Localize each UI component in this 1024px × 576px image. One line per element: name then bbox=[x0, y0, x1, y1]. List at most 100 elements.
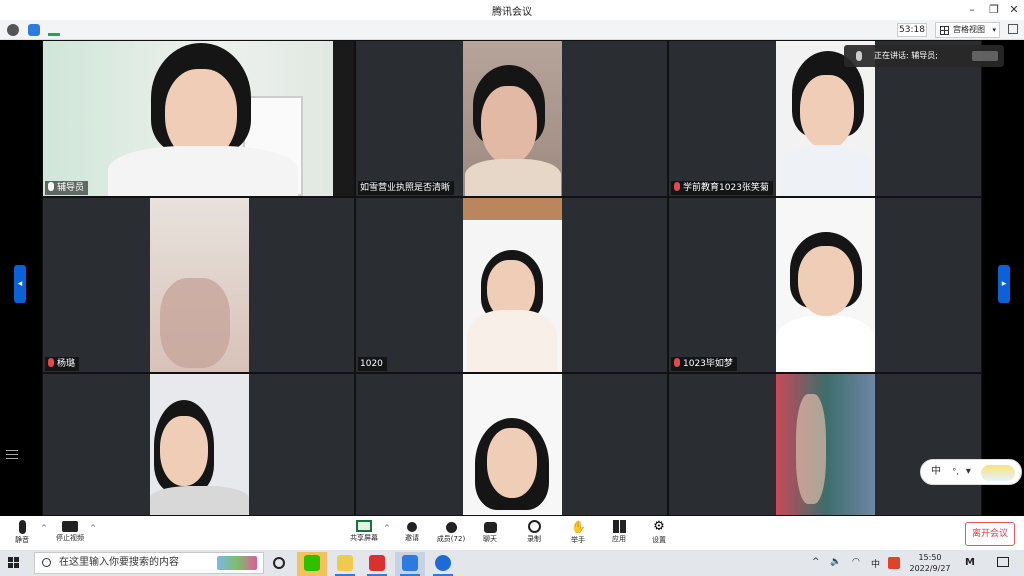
taskbar-app-wechat[interactable] bbox=[297, 552, 327, 576]
tencent-meeting-icon bbox=[402, 555, 418, 571]
record-button[interactable]: 录制 bbox=[514, 519, 554, 549]
video-tile[interactable] bbox=[42, 373, 355, 516]
participant-name-tag: 辅导员 bbox=[45, 181, 89, 195]
video-tile[interactable]: 1023毕如梦 bbox=[668, 197, 982, 373]
video-feed bbox=[463, 374, 562, 515]
record-icon bbox=[527, 520, 541, 533]
wechat-icon bbox=[304, 555, 320, 571]
video-feed bbox=[463, 198, 562, 372]
video-tile[interactable]: 杨璐 bbox=[42, 197, 355, 373]
notification-icon[interactable] bbox=[997, 557, 1009, 567]
chat-icon bbox=[483, 522, 497, 533]
camera-icon bbox=[62, 521, 78, 532]
chevron-down-icon: ▾ bbox=[992, 26, 996, 34]
weather-icon bbox=[981, 465, 1015, 481]
chevron-up-icon[interactable]: ^ bbox=[41, 524, 47, 532]
task-view-button[interactable] bbox=[264, 552, 294, 576]
video-feed bbox=[150, 198, 249, 372]
apps-icon bbox=[612, 520, 626, 533]
video-tile[interactable] bbox=[668, 373, 982, 516]
mic-muted-icon bbox=[674, 182, 680, 191]
share-screen-icon bbox=[356, 520, 372, 532]
hand-icon: ✋ bbox=[571, 520, 586, 534]
search-highlight-icon bbox=[217, 556, 257, 570]
microphone-icon bbox=[18, 520, 26, 534]
taskbar-search-input[interactable]: 在这里输入你要搜索的内容 bbox=[34, 552, 264, 574]
participant-name-tag: 1020 bbox=[358, 357, 387, 371]
video-feed bbox=[776, 374, 875, 515]
next-page-button[interactable]: ▸ bbox=[998, 265, 1010, 303]
shirt-icon[interactable]: ▾ bbox=[966, 466, 971, 477]
apps-button[interactable]: 应用 bbox=[599, 519, 639, 549]
view-mode-button[interactable]: 宫格视图 ▾ bbox=[935, 22, 1000, 38]
mute-button[interactable]: 静音 bbox=[2, 519, 42, 549]
restore-button[interactable]: ❐ bbox=[984, 2, 1004, 18]
gear-icon: ⚙ bbox=[653, 519, 665, 534]
speaking-label: 正在讲话: 辅导员; bbox=[874, 51, 938, 60]
info-icon[interactable] bbox=[7, 24, 19, 36]
video-tile[interactable] bbox=[355, 373, 668, 516]
mic-muted-icon bbox=[48, 358, 54, 367]
video-tile[interactable]: 1020 bbox=[355, 197, 668, 373]
close-button[interactable]: ✕ bbox=[1004, 2, 1024, 18]
network-icon[interactable]: ◠ bbox=[852, 557, 860, 567]
chevron-up-icon[interactable]: ^ bbox=[90, 524, 96, 532]
video-feed bbox=[463, 41, 562, 196]
taskbar-clock[interactable]: 15:50 2022/9/27 bbox=[905, 552, 955, 574]
task-view-icon bbox=[273, 557, 285, 569]
meeting-info-bar: 53:18 宫格视图 ▾ bbox=[0, 20, 1024, 40]
mic-icon bbox=[856, 51, 862, 61]
wps-icon bbox=[369, 555, 385, 571]
video-feed bbox=[150, 374, 249, 515]
audio-wave-icon bbox=[972, 51, 998, 61]
video-feed bbox=[776, 198, 875, 372]
participant-name-tag: 学前教育1023张笑菊 bbox=[671, 181, 773, 195]
settings-button[interactable]: ⚙ 设置 bbox=[639, 519, 679, 549]
title-bar: 腾讯会议 – ❐ ✕ bbox=[0, 0, 1024, 20]
members-button[interactable]: 成员(72) bbox=[431, 519, 471, 549]
ime-toolbar[interactable]: 中 °, ▾ bbox=[920, 459, 1022, 485]
list-icon[interactable] bbox=[6, 450, 18, 462]
taskbar-app-tencent-meeting[interactable] bbox=[395, 552, 425, 576]
volume-icon[interactable]: 🔈 bbox=[830, 557, 841, 567]
app-logo-icon[interactable]: M bbox=[965, 557, 975, 568]
previous-page-button[interactable]: ◂ bbox=[14, 265, 26, 303]
chevron-up-icon[interactable]: ^ bbox=[384, 524, 390, 532]
stop-video-button[interactable]: 停止视频 bbox=[50, 519, 90, 549]
clock-date: 2022/9/27 bbox=[909, 564, 951, 573]
invite-icon bbox=[407, 522, 417, 532]
video-feed bbox=[43, 41, 354, 196]
chat-button[interactable]: 聊天 bbox=[470, 519, 510, 549]
taskbar-app-browser[interactable] bbox=[428, 552, 458, 576]
view-mode-label: 宫格视图 bbox=[953, 25, 985, 34]
folder-icon bbox=[337, 555, 353, 571]
share-screen-button[interactable]: 共享屏幕 bbox=[344, 519, 384, 549]
mic-muted-icon bbox=[674, 358, 680, 367]
leave-meeting-button[interactable]: 离开会议 bbox=[965, 522, 1015, 546]
tray-expand-icon[interactable]: ^ bbox=[812, 557, 820, 567]
taskbar-app-wps[interactable] bbox=[362, 552, 392, 576]
speaking-indicator: 正在讲话: 辅导员; bbox=[844, 45, 1004, 67]
video-tile[interactable]: 如雪营业执照是否清晰 bbox=[355, 40, 668, 197]
search-placeholder: 在这里输入你要搜索的内容 bbox=[59, 557, 179, 568]
participant-name-tag: 杨璐 bbox=[45, 357, 80, 371]
invite-button[interactable]: 邀请 bbox=[392, 519, 432, 549]
minimize-button[interactable]: – bbox=[962, 2, 982, 18]
raise-hand-button[interactable]: ✋ 举手 bbox=[558, 519, 598, 549]
shield-icon[interactable] bbox=[28, 24, 40, 36]
ime-indicator[interactable]: 中 bbox=[871, 557, 880, 570]
video-tile[interactable]: 辅导员 bbox=[42, 40, 355, 197]
windows-start-button[interactable] bbox=[8, 557, 20, 569]
punctuation-icon[interactable]: °, bbox=[952, 467, 959, 476]
ime-mode-label: 中 bbox=[931, 466, 941, 477]
meeting-timer: 53:18 bbox=[897, 23, 927, 37]
signal-icon[interactable] bbox=[48, 24, 60, 36]
meeting-toolbar: 静音 ^ 停止视频 ^ 共享屏幕 ^ 邀请 成员(72) 聊天 录制 ✋ 举手 … bbox=[0, 516, 1024, 550]
sogou-icon[interactable] bbox=[888, 557, 900, 569]
participant-name-tag: 1023毕如梦 bbox=[671, 357, 737, 371]
fullscreen-icon[interactable] bbox=[1008, 24, 1018, 34]
taskbar-app-explorer[interactable] bbox=[330, 552, 360, 576]
participant-name-tag: 如雪营业执照是否清晰 bbox=[358, 181, 455, 195]
members-icon bbox=[445, 522, 457, 533]
window-title: 腾讯会议 bbox=[492, 7, 532, 18]
